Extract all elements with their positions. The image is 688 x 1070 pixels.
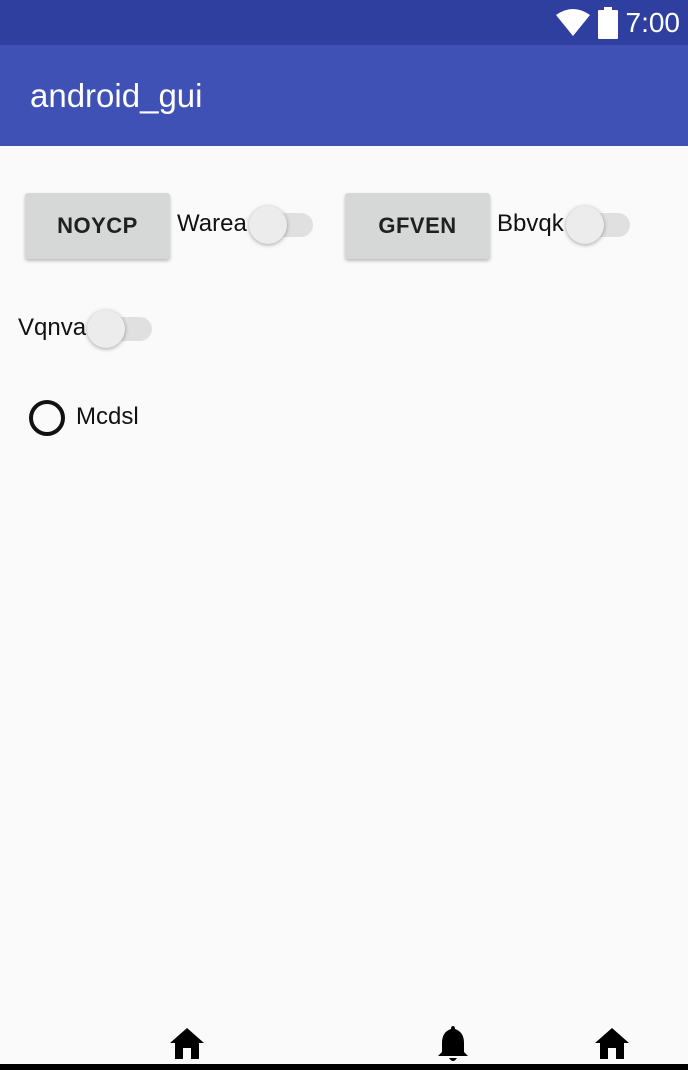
radio-mcdsl-label: Mcdsl (76, 403, 139, 430)
wifi-icon (555, 8, 590, 37)
switch-warea-label: Warea (177, 210, 247, 237)
switch-thumb (87, 310, 125, 348)
status-icons: 7:00 (555, 0, 681, 45)
switch-vqnva-label: Vqnva (18, 314, 87, 341)
app-title: android_gui (30, 77, 203, 114)
status-time: 7:00 (625, 6, 681, 38)
switch-thumb (249, 206, 287, 244)
switch-thumb (566, 206, 604, 244)
noycp-button[interactable]: NOYCP (25, 193, 170, 259)
radio-circle (29, 400, 65, 436)
battery-icon (597, 6, 618, 39)
gfven-button[interactable]: GFVEN (345, 193, 490, 259)
home-icon[interactable] (594, 1026, 630, 1065)
nav-divider (0, 1064, 688, 1070)
status-bar: 7:00 (0, 0, 688, 45)
bell-icon[interactable] (437, 1024, 469, 1069)
bottom-nav (0, 1016, 688, 1070)
home-icon[interactable] (169, 1026, 205, 1065)
switch-bbvqk-label: Bbvqk (497, 210, 564, 237)
